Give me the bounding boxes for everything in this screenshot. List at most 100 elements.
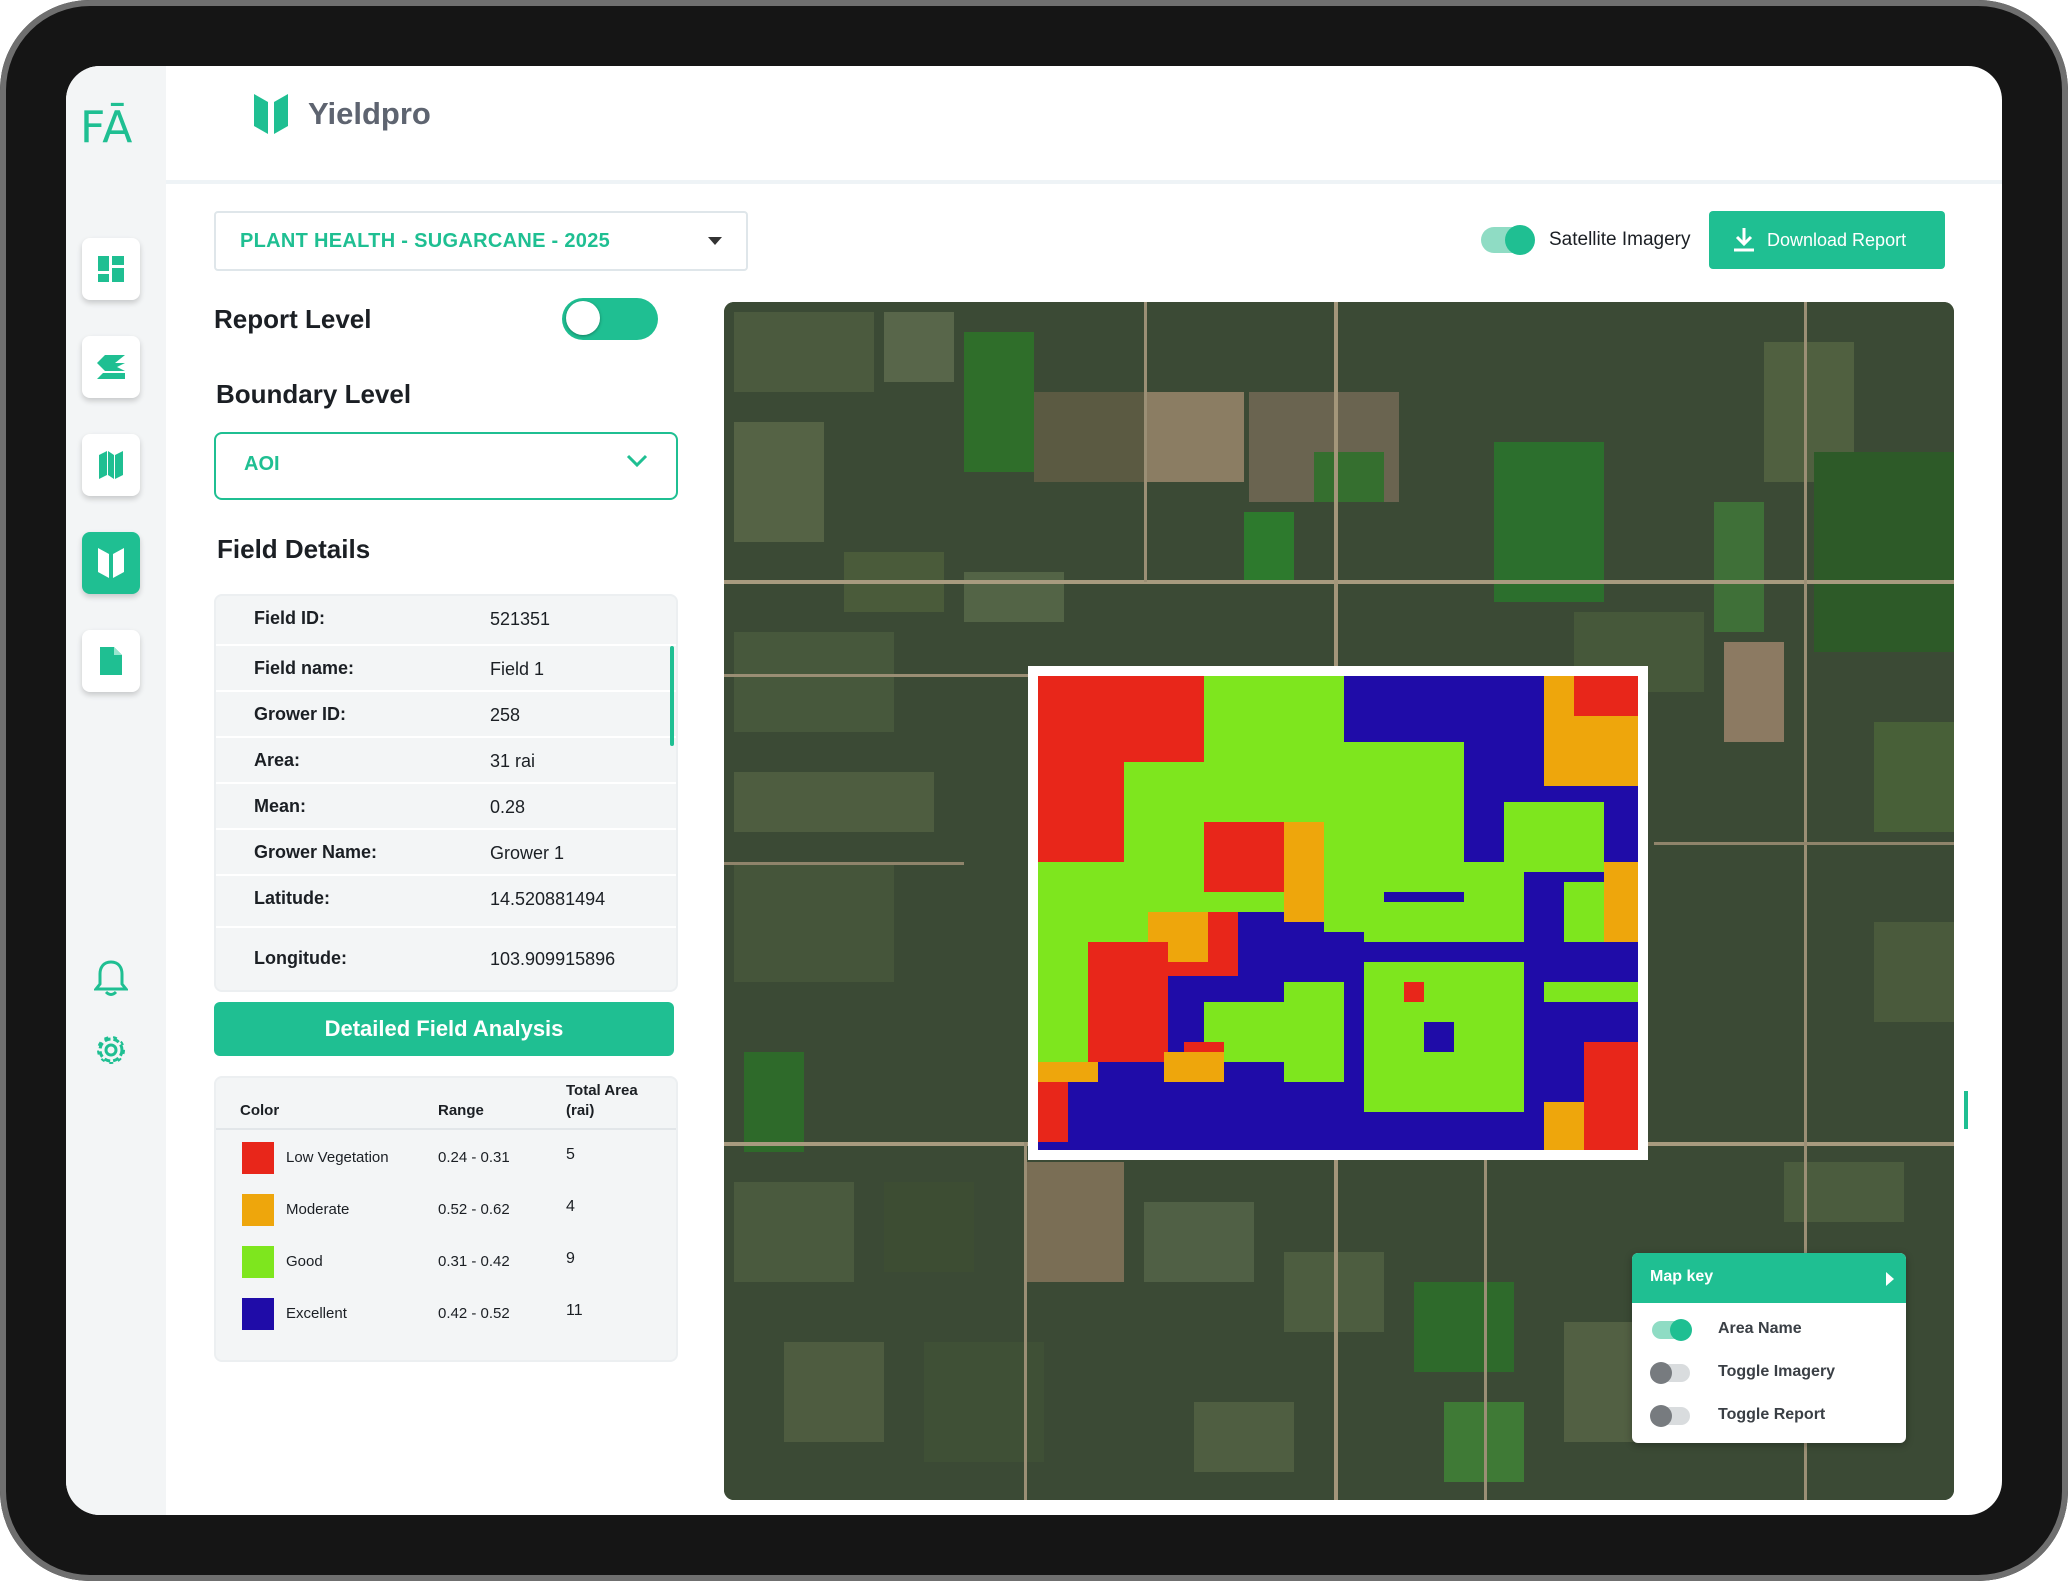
notifications-button[interactable] bbox=[91, 958, 131, 998]
legend-header-color: Color bbox=[240, 1102, 280, 1119]
table-row: Longitude: 103.909915896 bbox=[216, 928, 676, 988]
map-key-header[interactable]: Map key bbox=[1632, 1253, 1906, 1303]
map-key-label: Toggle Report bbox=[1718, 1406, 1826, 1423]
satellite-imagery-label: Satellite Imagery bbox=[1549, 229, 1691, 250]
imagery-toggle[interactable] bbox=[1650, 1362, 1690, 1384]
row-key: Mean: bbox=[254, 796, 307, 816]
sidebar: FĀ bbox=[66, 66, 166, 1515]
details-scrollbar[interactable] bbox=[670, 646, 674, 746]
row-value: 103.909915896 bbox=[490, 949, 616, 969]
table-row: Grower Name: Grower 1 bbox=[216, 830, 676, 876]
download-icon bbox=[1734, 228, 1754, 252]
map-key-item-toggle-report[interactable]: Toggle Report bbox=[1632, 1395, 1906, 1435]
report-level-label: Report Level bbox=[214, 304, 372, 334]
row-key: Field name: bbox=[254, 658, 355, 678]
document-icon bbox=[100, 647, 122, 675]
table-row: Latitude: 14.520881494 bbox=[216, 876, 676, 928]
toggle-knob bbox=[1505, 225, 1535, 255]
row-value: Field 1 bbox=[490, 659, 545, 679]
color-swatch bbox=[242, 1246, 274, 1278]
report-toggle[interactable] bbox=[1650, 1405, 1690, 1427]
sidebar-item-yieldpro[interactable] bbox=[82, 532, 140, 594]
download-report-label: Download Report bbox=[1767, 229, 1907, 250]
toggle-knob bbox=[566, 301, 600, 335]
row-value: 258 bbox=[490, 705, 521, 725]
legend-area: 5 bbox=[566, 1146, 575, 1163]
map-key-scrollbar[interactable] bbox=[1964, 1091, 1968, 1129]
boundary-level-label: Boundary Level bbox=[216, 379, 412, 409]
legend-range: 0.42 - 0.52 bbox=[438, 1305, 510, 1322]
legend-range: 0.31 - 0.42 bbox=[438, 1253, 510, 1270]
brand-name: Yieldpro bbox=[308, 96, 431, 131]
map-icon bbox=[99, 451, 123, 479]
boundary-level-value: AOI bbox=[244, 453, 280, 475]
row-value: 14.520881494 bbox=[490, 889, 606, 909]
map-key-label: Area Name bbox=[1718, 1320, 1802, 1337]
table-row: Field name: Field 1 bbox=[216, 646, 676, 692]
app-logo: FĀ bbox=[80, 102, 134, 153]
row-value: 521351 bbox=[490, 609, 551, 629]
legend-header-area: Total Area bbox=[566, 1082, 638, 1099]
chevron-right-icon bbox=[1886, 1272, 1894, 1286]
legend-area: 11 bbox=[566, 1302, 583, 1319]
sidebar-item-documents[interactable] bbox=[82, 630, 140, 692]
field-details-title: Field Details bbox=[217, 534, 371, 564]
sidebar-item-dashboard[interactable] bbox=[82, 238, 140, 300]
report-select[interactable]: PLANT HEALTH - SUGARCANE - 2025 bbox=[214, 211, 748, 271]
row-key: Longitude: bbox=[254, 948, 347, 968]
row-value: 31 rai bbox=[490, 751, 536, 771]
map-key-title: Map key bbox=[1650, 1268, 1714, 1285]
sidebar-item-layers[interactable] bbox=[82, 336, 140, 398]
boundary-level-select[interactable]: AOI bbox=[214, 432, 678, 500]
detailed-field-analysis-button[interactable]: Detailed Field Analysis bbox=[214, 1002, 674, 1056]
color-swatch bbox=[242, 1298, 274, 1330]
gear-icon bbox=[97, 1036, 125, 1064]
table-row: Mean: 0.28 bbox=[216, 784, 676, 830]
download-report-button[interactable]: Download Report bbox=[1709, 211, 1945, 269]
table-row: Field ID: 521351 bbox=[216, 596, 676, 646]
legend-name: Moderate bbox=[286, 1201, 350, 1218]
report-level-toggle[interactable] bbox=[562, 298, 658, 340]
toggle-knob bbox=[1650, 1362, 1672, 1384]
sidebar-item-map[interactable] bbox=[82, 434, 140, 496]
chevron-down-icon bbox=[626, 454, 648, 468]
legend-header-range: Range bbox=[438, 1102, 484, 1119]
tablet-frame: FĀ Yieldpro PLANT HEALTH - SUGARCANE - 2… bbox=[0, 0, 2068, 1581]
top-header: Yieldpro bbox=[166, 66, 2002, 184]
legend-table: Color Range Total Area (rai) Low Vegetat… bbox=[214, 1076, 678, 1362]
legend-range: 0.24 - 0.31 bbox=[438, 1149, 510, 1166]
row-value: Grower 1 bbox=[490, 843, 565, 863]
legend-area: 9 bbox=[566, 1250, 575, 1267]
legend-name: Excellent bbox=[286, 1305, 347, 1322]
table-row: Area: 31 rai bbox=[216, 738, 676, 784]
bell-icon bbox=[94, 960, 128, 996]
table-row: Grower ID: 258 bbox=[216, 692, 676, 738]
legend-area: 4 bbox=[566, 1198, 575, 1215]
yieldpro-logo-icon bbox=[254, 94, 288, 134]
legend-name: Good bbox=[286, 1253, 323, 1270]
row-key: Field ID: bbox=[254, 608, 325, 628]
row-key: Latitude: bbox=[254, 888, 330, 908]
settings-button[interactable] bbox=[91, 1030, 131, 1070]
legend-range: 0.52 - 0.62 bbox=[438, 1201, 510, 1218]
toggle-knob bbox=[1650, 1405, 1672, 1427]
map-key-item-area-name[interactable]: Area Name bbox=[1632, 1309, 1906, 1349]
row-key: Grower ID: bbox=[254, 704, 347, 724]
caret-down-icon bbox=[708, 237, 722, 245]
field-details-table: Field ID: 521351 Field name: Field 1 Growe… bbox=[214, 594, 678, 992]
area-name-toggle[interactable] bbox=[1652, 1319, 1692, 1341]
map-key-item-toggle-imagery[interactable]: Toggle Imagery bbox=[1632, 1352, 1906, 1392]
color-swatch bbox=[242, 1194, 274, 1226]
yieldpro-icon bbox=[98, 548, 124, 578]
map-key-label: Toggle Imagery bbox=[1718, 1363, 1836, 1380]
row-key: Area: bbox=[254, 750, 301, 770]
map-key-panel: Map key Area Name Toggle Imagery Toggle … bbox=[1632, 1253, 1906, 1443]
row-value: 0.28 bbox=[490, 797, 526, 817]
report-select-value: PLANT HEALTH - SUGARCANE - 2025 bbox=[240, 229, 611, 252]
legend-header-area-unit: (rai) bbox=[566, 1102, 595, 1119]
divider bbox=[216, 1128, 676, 1130]
legend-name: Low Vegetation bbox=[286, 1149, 389, 1166]
app-screen: FĀ Yieldpro PLANT HEALTH - SUGARCANE - 2… bbox=[66, 66, 2002, 1515]
color-swatch bbox=[242, 1142, 274, 1174]
satellite-imagery-toggle[interactable] bbox=[1481, 225, 1535, 255]
